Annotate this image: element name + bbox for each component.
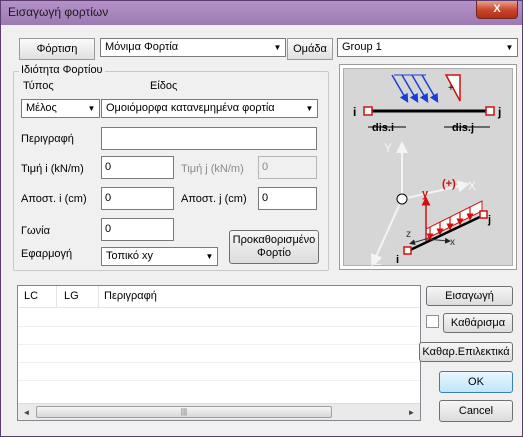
value-j-label: Τιμή j (kN/m)	[181, 163, 244, 175]
horizontal-scrollbar[interactable]: ◄ ||| ►	[18, 403, 420, 420]
local-node-j-label: j	[487, 214, 491, 226]
scroll-left-icon[interactable]: ◄	[18, 404, 35, 421]
row-divider	[18, 380, 420, 381]
node-i	[363, 106, 373, 116]
local-x-label: x	[450, 237, 455, 248]
local-node-j	[479, 210, 488, 219]
sign-label: +	[448, 83, 454, 94]
node-i-label: i	[353, 105, 356, 119]
kind-value: Ομοιόμορφα κατανεμημένα φορτία	[106, 102, 275, 114]
column-header-lg[interactable]: LG	[64, 290, 79, 302]
clear-selected-button[interactable]: Καθαρ.Επιλεκτικά	[419, 342, 513, 362]
dis-i-label: dis.i	[372, 122, 394, 134]
chevron-down-icon: ▼	[505, 43, 514, 52]
local-y-label: y	[422, 188, 429, 200]
scroll-right-icon[interactable]: ►	[403, 404, 420, 421]
title-bar[interactable]: Εισαγωγή φορτίων X	[1, 1, 522, 25]
type-value: Μέλος	[26, 102, 57, 114]
node-j	[485, 106, 495, 116]
value-j-input: 0	[258, 156, 317, 179]
chevron-down-icon: ▼	[87, 104, 96, 113]
local-node-i	[403, 246, 412, 255]
load-diagram: + i j dis.i dis.j Y X Z y (+) x z i j	[339, 64, 517, 270]
row-divider	[18, 326, 420, 327]
predefined-load-label-1: Προκαθορισμένο	[232, 234, 316, 246]
predefined-load-label-2: Φορτίο	[257, 247, 291, 259]
dialog-window: Εισαγωγή φορτίων X Φόρτιση Μόνιμα Φορτία…	[0, 0, 523, 437]
local-node-i-label: i	[396, 254, 399, 266]
apply-label: Εφαρμογή	[21, 248, 73, 260]
angle-input[interactable]: 0	[101, 218, 174, 241]
kind-select[interactable]: Ομοιόμορφα κατανεμημένα φορτία ▼	[101, 99, 318, 118]
value-i-input[interactable]: 0	[101, 156, 174, 179]
load-properties-title: Ιδιότητα Φορτίου	[19, 64, 105, 76]
description-label: Περιγραφή	[21, 133, 74, 145]
load-case-value: Μόνιμα Φορτία	[105, 41, 179, 53]
close-button[interactable]: X	[476, 1, 518, 19]
chevron-down-icon: ▼	[273, 43, 282, 52]
column-header-description[interactable]: Περιγραφή	[104, 290, 157, 302]
kind-label: Είδος	[150, 80, 178, 92]
global-x-label: X	[468, 179, 476, 193]
global-z-label: Z	[374, 254, 381, 267]
ok-button[interactable]: OK	[439, 371, 513, 393]
group-value: Group 1	[342, 41, 382, 53]
positive-label: (+)	[442, 178, 456, 190]
angle-label: Γωνία	[21, 225, 50, 237]
row-divider	[18, 362, 420, 363]
apply-value: Τοπικό xy	[106, 250, 154, 262]
select-all-checkbox[interactable]	[426, 315, 439, 328]
group-label: Ομάδα	[293, 43, 327, 55]
cancel-button[interactable]: Cancel	[439, 400, 513, 422]
type-select[interactable]: Μέλος ▼	[21, 99, 100, 118]
dialog-content: Φόρτιση Μόνιμα Φορτία ▼ Ομάδα Group 1 ▼ …	[7, 26, 518, 432]
local-z-label: z	[406, 229, 411, 240]
window-title: Εισαγωγή φορτίων	[8, 5, 109, 19]
diagram-panel: + i j dis.i dis.j Y X Z y (+) x z i j	[343, 68, 513, 268]
load-case-select[interactable]: Μόνιμα Φορτία ▼	[100, 38, 286, 57]
chevron-down-icon: ▼	[305, 104, 314, 113]
load-case-tab[interactable]: Φόρτιση	[19, 38, 95, 60]
predefined-load-button[interactable]: Προκαθορισμένο Φορτίο	[229, 230, 319, 264]
apply-select[interactable]: Τοπικό xy ▼	[101, 247, 218, 266]
dist-j-input[interactable]: 0	[258, 187, 317, 210]
column-divider	[56, 286, 57, 307]
insert-button[interactable]: Εισαγωγή	[426, 286, 513, 306]
description-input[interactable]	[101, 127, 317, 150]
column-header-lc[interactable]: LC	[24, 290, 38, 302]
group-select[interactable]: Group 1 ▼	[337, 38, 518, 57]
chevron-down-icon: ▼	[205, 252, 214, 261]
dis-j-label: dis.j	[452, 122, 474, 134]
origin-node	[396, 193, 408, 205]
clear-button[interactable]: Καθάρισμα	[443, 313, 513, 333]
dist-j-label: Αποστ. j (cm)	[181, 193, 247, 205]
table-header: LC LG Περιγραφή	[18, 286, 420, 308]
dist-i-input[interactable]: 0	[101, 187, 174, 210]
column-divider	[98, 286, 99, 307]
group-label-box: Ομάδα	[287, 38, 333, 60]
dist-i-label: Αποστ. i (cm)	[21, 193, 87, 205]
loads-table[interactable]: LC LG Περιγραφή ◄ ||| ►	[17, 285, 421, 421]
type-label: Τύπος	[23, 80, 54, 92]
global-y-label: Y	[384, 141, 392, 155]
value-i-label: Τιμή i (kN/m)	[21, 163, 84, 175]
scroll-thumb[interactable]: |||	[36, 406, 332, 418]
row-divider	[18, 344, 420, 345]
load-diagram-svg: + i j dis.i dis.j Y X Z y (+) x z i j	[353, 74, 501, 268]
node-j-label: j	[497, 105, 501, 119]
load-case-tab-label: Φόρτιση	[36, 43, 78, 55]
distributed-load-arrows	[391, 74, 439, 103]
